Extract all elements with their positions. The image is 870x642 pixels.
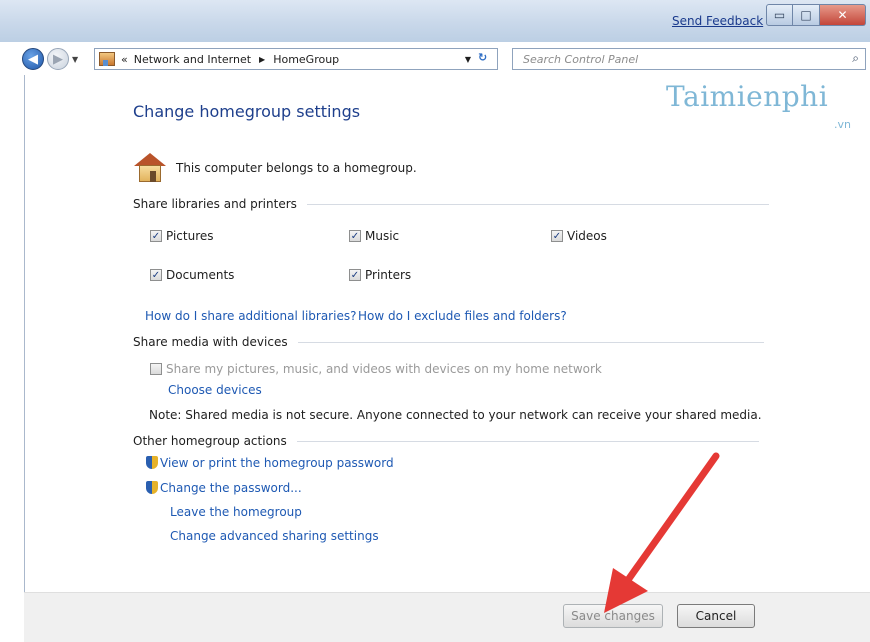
share-media-heading-text: Share media with devices (133, 335, 288, 349)
forward-button[interactable]: ▶ (47, 48, 69, 70)
printers-check-icon[interactable]: ✓ (349, 269, 361, 281)
shared-media-note: Note: Shared media is not secure. Anyone… (149, 408, 762, 422)
share-additional-libraries-link[interactable]: How do I share additional libraries? (145, 309, 356, 323)
cancel-button[interactable]: Cancel (677, 604, 755, 628)
share-libraries-heading: Share libraries and printers (133, 197, 769, 211)
search-input[interactable]: Search Control Panel ⌕ (512, 48, 866, 70)
breadcrumb-network-and-internet[interactable]: Network and Internet (134, 53, 251, 66)
back-button[interactable]: ◀ (22, 48, 44, 70)
send-feedback-link[interactable]: Send Feedback (672, 14, 763, 28)
pictures-check-icon[interactable]: ✓ (150, 230, 162, 242)
homegroup-status: This computer belongs to a homegroup. (134, 153, 417, 183)
uac-shield-icon (146, 456, 158, 469)
checkbox-share-media[interactable]: Share my pictures, music, and videos wit… (150, 362, 602, 376)
checkbox-documents-label: Documents (166, 268, 235, 282)
music-check-icon[interactable]: ✓ (349, 230, 361, 242)
checkbox-share-media-label: Share my pictures, music, and videos wit… (166, 362, 602, 376)
forward-arrow-icon: ▶ (53, 51, 63, 67)
address-bar[interactable]: « Network and Internet ▶ HomeGroup ▼ (94, 48, 498, 70)
homegroup-status-text: This computer belongs to a homegroup. (176, 161, 417, 175)
close-button[interactable]: ✕ (820, 4, 866, 26)
change-password-link[interactable]: Change the password... (146, 481, 302, 495)
search-icon[interactable]: ⌕ (852, 51, 859, 66)
address-overflow-icon[interactable]: « (121, 53, 128, 66)
other-actions-heading: Other homegroup actions (133, 434, 759, 448)
homegroup-house-icon (134, 153, 166, 183)
page-title: Change homegroup settings (133, 102, 361, 121)
navigation-buttons: ◀ ▶ ▼ (22, 48, 78, 70)
checkbox-pictures-label: Pictures (166, 229, 214, 243)
checkbox-pictures[interactable]: ✓ Pictures (150, 229, 214, 243)
minimize-button[interactable]: ▭ (766, 4, 793, 26)
checkbox-videos-label: Videos (567, 229, 607, 243)
videos-check-icon[interactable]: ✓ (551, 230, 563, 242)
other-actions-heading-text: Other homegroup actions (133, 434, 287, 448)
checkbox-documents[interactable]: ✓ Documents (150, 268, 234, 282)
refresh-icon[interactable]: ↻ (478, 51, 487, 64)
section-divider (296, 440, 759, 442)
checkbox-music[interactable]: ✓ Music (349, 229, 399, 243)
leave-homegroup-link[interactable]: Leave the homegroup (170, 505, 302, 519)
search-placeholder: Search Control Panel (523, 52, 639, 66)
checkbox-videos[interactable]: ✓ Videos (551, 229, 607, 243)
breadcrumb-separator-icon[interactable]: ▶ (259, 55, 265, 64)
save-changes-button[interactable]: Save changes (563, 604, 663, 628)
documents-check-icon[interactable]: ✓ (150, 269, 162, 281)
watermark-domain: .vn (834, 118, 851, 131)
uac-shield-icon (146, 481, 158, 494)
window-controls: ▭ □ ✕ (766, 4, 866, 26)
address-dropdown-icon[interactable]: ▼ (465, 55, 471, 64)
exclude-files-link[interactable]: How do I exclude files and folders? (358, 309, 567, 323)
section-divider (297, 341, 764, 343)
section-divider (306, 203, 769, 205)
minimize-icon: ▭ (773, 8, 786, 22)
advanced-sharing-link[interactable]: Change advanced sharing settings (170, 529, 379, 543)
view-password-label: View or print the homegroup password (160, 456, 394, 470)
close-icon: ✕ (837, 8, 848, 22)
share-libraries-heading-text: Share libraries and printers (133, 197, 297, 211)
breadcrumb-homegroup[interactable]: HomeGroup (273, 53, 339, 66)
change-password-label: Change the password... (160, 481, 302, 495)
maximize-icon: □ (800, 8, 812, 22)
control-panel-icon (99, 52, 115, 66)
checkbox-printers-label: Printers (365, 268, 412, 282)
back-arrow-icon: ◀ (28, 51, 38, 67)
checkbox-printers[interactable]: ✓ Printers (349, 268, 411, 282)
share-media-heading: Share media with devices (133, 335, 764, 349)
history-dropdown-icon[interactable]: ▼ (72, 55, 78, 64)
share-media-check-icon[interactable] (150, 363, 162, 375)
checkbox-music-label: Music (365, 229, 400, 243)
view-password-link[interactable]: View or print the homegroup password (146, 456, 394, 470)
maximize-button[interactable]: □ (793, 4, 820, 26)
watermark-brand: Taimienphi (666, 80, 829, 113)
choose-devices-link[interactable]: Choose devices (168, 383, 262, 397)
